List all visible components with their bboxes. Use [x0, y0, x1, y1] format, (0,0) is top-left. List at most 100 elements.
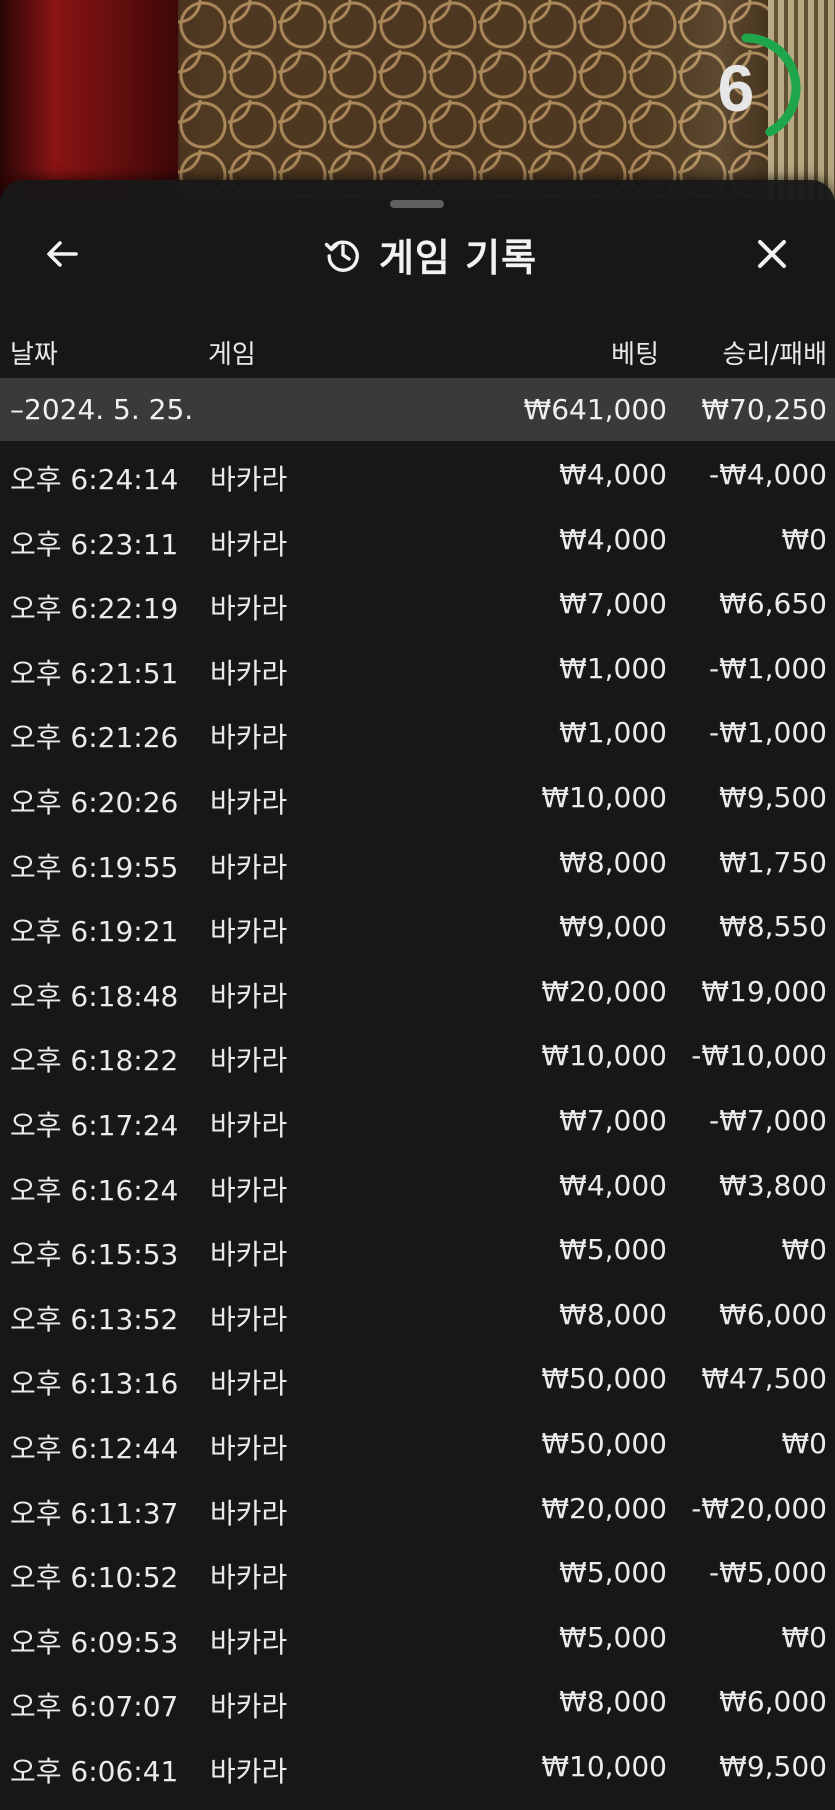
- row-win-loss: ₩6,650: [719, 587, 827, 621]
- close-button[interactable]: [748, 230, 796, 278]
- row-game: 바카라: [210, 1044, 288, 1078]
- row-time: 오후 6:24:14: [10, 463, 179, 496]
- row-game: 바카라: [210, 592, 288, 626]
- history-row[interactable]: 오후 6:17:24 바카라 ₩7,000 -₩7,000: [0, 1087, 835, 1152]
- history-row[interactable]: 오후 6:13:52 바카라 ₩8,000 ₩6,000: [0, 1281, 835, 1346]
- history-row[interactable]: 오후 6:21:51 바카라 ₩1,000 -₩1,000: [0, 635, 835, 700]
- row-game: 바카라: [210, 1625, 288, 1659]
- row-win-loss: ₩9,500: [719, 1749, 827, 1783]
- row-bet: ₩1,000: [559, 716, 667, 750]
- row-time: 오후 6:20:26: [10, 785, 179, 819]
- row-win-loss: ₩47,500: [701, 1362, 827, 1396]
- column-header-bet[interactable]: 베팅: [611, 334, 659, 371]
- row-bet: ₩8,000: [559, 845, 667, 879]
- row-game: 바카라: [210, 527, 288, 561]
- row-time: 오후 6:11:37: [10, 1496, 179, 1530]
- row-game: 바카라: [210, 1496, 288, 1530]
- row-time: 오후 6:19:55: [10, 850, 179, 884]
- summary-date: –2024. 5. 25.: [10, 393, 194, 426]
- history-row[interactable]: 오후 6:22:19 바카라 ₩7,000 ₩6,650: [0, 570, 835, 635]
- history-row[interactable]: 오후 6:09:53 바카라 ₩5,000 ₩0: [0, 1604, 835, 1669]
- row-game: 바카라: [210, 979, 288, 1013]
- row-bet: ₩50,000: [541, 1362, 667, 1396]
- row-win-loss: -₩1,000: [709, 651, 827, 685]
- history-row[interactable]: 오후 6:13:16 바카라 ₩50,000 ₩47,500: [0, 1345, 835, 1410]
- row-bet: ₩8,000: [559, 1297, 667, 1331]
- row-win-loss: ₩0: [781, 1620, 828, 1654]
- history-list: 오후 6:24:14 바카라 ₩4,000 -₩4,000 오후 6:23:11…: [0, 441, 835, 1797]
- history-row[interactable]: 오후 6:24:14 바카라 ₩4,000 -₩4,000: [0, 441, 835, 506]
- history-row[interactable]: 오후 6:10:52 바카라 ₩5,000 -₩5,000: [0, 1539, 835, 1604]
- timer-countdown: 6: [717, 51, 755, 125]
- row-game: 바카라: [210, 785, 288, 819]
- history-row[interactable]: 오후 6:21:26 바카라 ₩1,000 -₩1,000: [0, 699, 835, 764]
- row-time: 오후 6:18:48: [10, 979, 179, 1013]
- row-time: 오후 6:17:24: [10, 1108, 179, 1142]
- row-game: 바카라: [210, 1367, 288, 1401]
- row-bet: ₩7,000: [559, 587, 667, 621]
- row-bet: ₩20,000: [541, 974, 667, 1008]
- row-game: 바카라: [210, 1561, 288, 1595]
- history-row[interactable]: 오후 6:11:37 바카라 ₩20,000 -₩20,000: [0, 1475, 835, 1540]
- row-time: 오후 6:13:52: [10, 1302, 179, 1336]
- row-win-loss: -₩7,000: [709, 1103, 827, 1137]
- history-row[interactable]: 오후 6:07:07 바카라 ₩8,000 ₩6,000: [0, 1668, 835, 1733]
- date-group-summary-row[interactable]: –2024. 5. 25. ₩641,000 ₩70,250: [0, 378, 835, 441]
- history-row[interactable]: 오후 6:20:26 바카라 ₩10,000 ₩9,500: [0, 764, 835, 829]
- row-game: 바카라: [210, 1754, 288, 1788]
- row-bet: ₩5,000: [559, 1233, 667, 1267]
- history-icon: [324, 240, 359, 272]
- row-game: 바카라: [210, 915, 288, 949]
- row-game: 바카라: [210, 721, 288, 755]
- row-bet: ₩10,000: [541, 780, 667, 814]
- history-row[interactable]: 오후 6:19:21 바카라 ₩9,000 ₩8,550: [0, 893, 835, 958]
- summary-bet-total: ₩641,000: [523, 393, 667, 426]
- column-header-game[interactable]: 게임: [208, 334, 256, 371]
- row-time: 오후 6:10:52: [10, 1561, 179, 1595]
- history-row[interactable]: 오후 6:12:44 바카라 ₩50,000 ₩0: [0, 1410, 835, 1475]
- row-game: 바카라: [210, 656, 288, 690]
- game-screen: 6 게임 기록 날짜 게임 베팅 승리/패배 –2024. 5. 25. ₩64…: [0, 0, 835, 1810]
- row-time: 오후 6:21:51: [10, 656, 179, 690]
- history-row[interactable]: 오후 6:23:11 바카라 ₩4,000 ₩0: [0, 506, 835, 571]
- history-row[interactable]: 오후 6:18:48 바카라 ₩20,000 ₩19,000: [0, 958, 835, 1023]
- column-header-date[interactable]: 날짜: [10, 334, 58, 371]
- history-row[interactable]: 오후 6:15:53 바카라 ₩5,000 ₩0: [0, 1216, 835, 1281]
- arrow-left-icon: [47, 241, 78, 267]
- row-bet: ₩4,000: [559, 522, 667, 556]
- row-game: 바카라: [210, 1690, 288, 1724]
- row-win-loss: -₩4,000: [709, 458, 827, 491]
- row-time: 오후 6:07:07: [10, 1690, 179, 1724]
- history-row[interactable]: 오후 6:06:41 바카라 ₩10,000 ₩9,500: [0, 1733, 835, 1798]
- row-game: 바카라: [210, 1302, 288, 1336]
- summary-win-loss-total: ₩70,250: [701, 393, 827, 426]
- row-win-loss: ₩6,000: [719, 1685, 827, 1719]
- row-bet: ₩4,000: [559, 458, 667, 491]
- history-row[interactable]: 오후 6:18:22 바카라 ₩10,000 -₩10,000: [0, 1022, 835, 1087]
- row-game: 바카라: [210, 1108, 288, 1142]
- history-row[interactable]: 오후 6:16:24 바카라 ₩4,000 ₩3,800: [0, 1152, 835, 1217]
- row-time: 오후 6:22:19: [10, 592, 179, 626]
- row-win-loss: ₩0: [781, 1233, 828, 1267]
- row-win-loss: -₩10,000: [691, 1039, 827, 1073]
- drag-handle[interactable]: [390, 200, 444, 208]
- row-time: 오후 6:13:16: [10, 1367, 179, 1401]
- row-game: 바카라: [210, 1431, 288, 1465]
- row-time: 오후 6:06:41: [10, 1754, 179, 1788]
- row-time: 오후 6:19:21: [10, 915, 179, 949]
- row-time: 오후 6:09:53: [10, 1625, 179, 1659]
- curtain-decoration: [0, 0, 180, 200]
- row-bet: ₩5,000: [559, 1620, 667, 1654]
- back-button[interactable]: [38, 230, 86, 278]
- row-win-loss: ₩0: [781, 1426, 828, 1460]
- row-game: 바카라: [210, 463, 288, 496]
- row-time: 오후 6:18:22: [10, 1044, 179, 1078]
- history-row[interactable]: 오후 6:19:55 바카라 ₩8,000 ₩1,750: [0, 829, 835, 894]
- row-win-loss: -₩1,000: [709, 716, 827, 750]
- row-bet: ₩4,000: [559, 1168, 667, 1202]
- row-bet: ₩20,000: [541, 1491, 667, 1525]
- table-header: 날짜 게임 베팅 승리/패배: [0, 328, 835, 374]
- column-header-win-loss[interactable]: 승리/패배: [723, 334, 827, 371]
- round-timer: 6: [688, 30, 804, 146]
- row-win-loss: ₩3,800: [719, 1168, 827, 1202]
